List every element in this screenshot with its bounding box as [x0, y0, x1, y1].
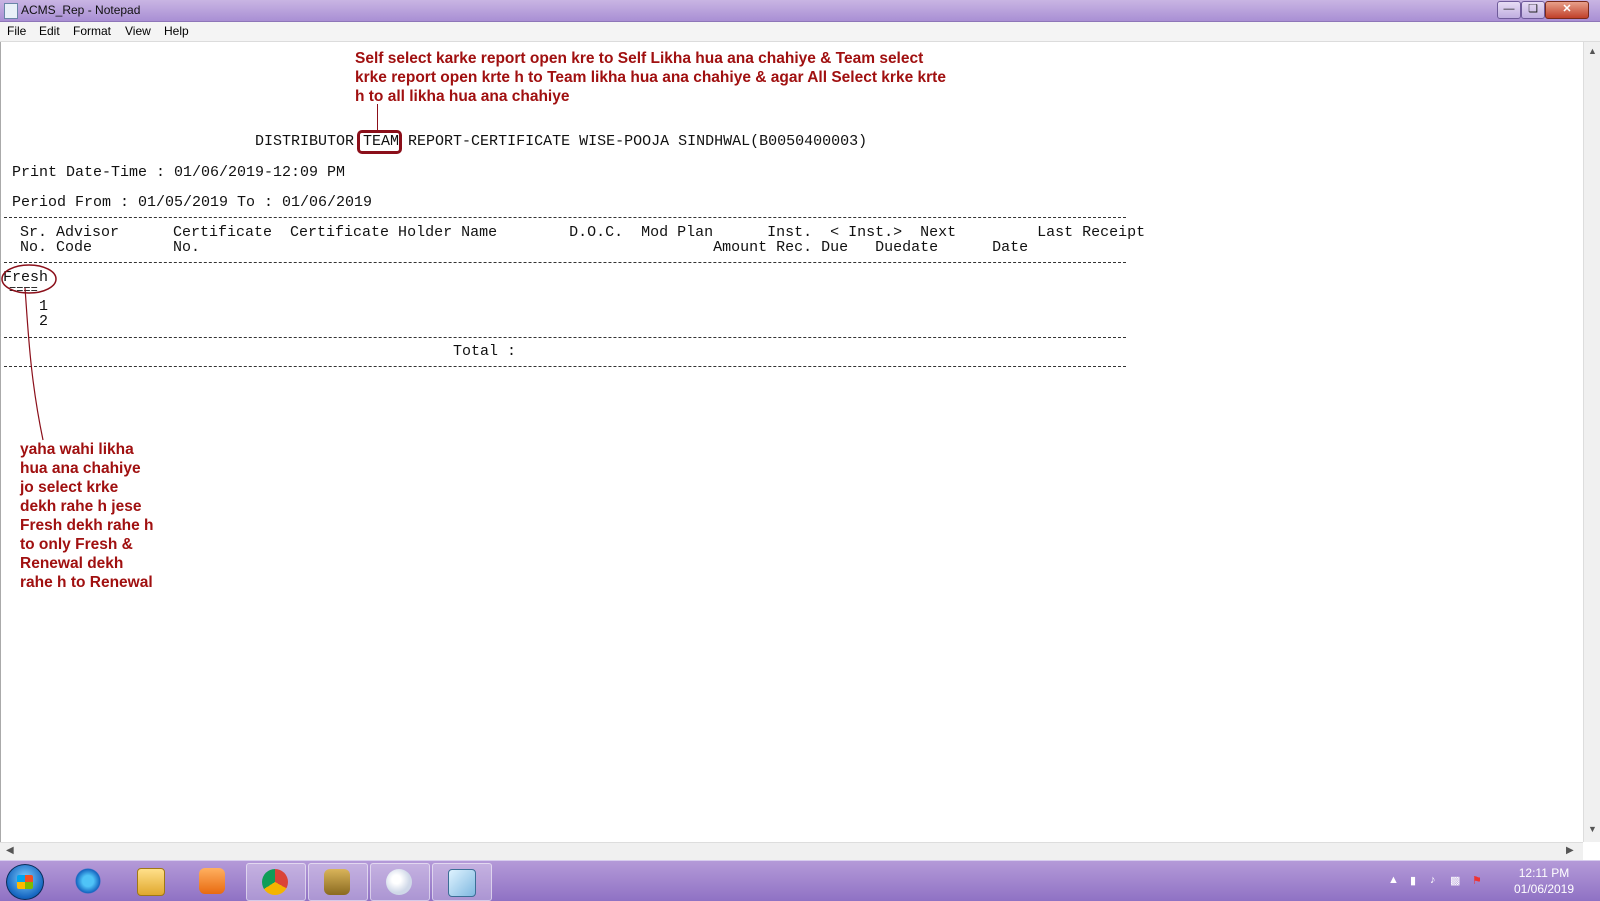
separator-line [4, 366, 1126, 367]
side-annotation-connector [24, 288, 44, 441]
menu-file[interactable]: File [7, 24, 26, 38]
annotation-connector-line [377, 104, 378, 131]
title-bar: ACMS_Rep - Notepad — ❏ ✕ [0, 0, 1600, 22]
report-heading: DISTRIBUTOR TEAM REPORT-CERTIFICATE WISE… [255, 134, 867, 149]
menu-help[interactable]: Help [164, 24, 189, 38]
annotation-line: Fresh dekh rahe h [20, 517, 154, 534]
paint-taskbar-button[interactable] [370, 863, 430, 901]
top-annotation-note: Self select karke report open kre to Sel… [355, 49, 946, 106]
file-explorer-icon [137, 868, 165, 896]
column-headers-line1: Sr. Advisor Certificate Certificate Hold… [20, 224, 1146, 241]
media-player-icon [199, 868, 225, 894]
scroll-left-arrow-icon[interactable]: ◀ [6, 845, 14, 856]
separator-line [4, 262, 1126, 263]
annotation-line: jo select krke [20, 479, 119, 496]
internet-explorer-taskbar-button[interactable] [60, 863, 118, 899]
annotation-line: to only Fresh & [20, 536, 133, 553]
separator-line [4, 337, 1126, 338]
media-player-taskbar-button[interactable] [184, 863, 242, 899]
network-signal-icon[interactable]: ▩ [1450, 874, 1462, 887]
close-button[interactable]: ✕ [1545, 1, 1589, 19]
chrome-taskbar-button[interactable] [246, 863, 306, 901]
text-editor-area[interactable] [0, 42, 1584, 842]
notepad-app-icon [4, 3, 18, 19]
volume-icon[interactable]: ♪ [1430, 874, 1442, 886]
separator-line [4, 217, 1126, 218]
heading-prefix: DISTRIBUTOR [255, 133, 364, 150]
print-datetime: Print Date-Time : 01/06/2019-12:09 PM [12, 164, 346, 181]
notepad-icon [448, 869, 476, 897]
internet-explorer-icon [75, 868, 101, 894]
annotation-line: Self select karke report open kre to Sel… [355, 50, 924, 67]
side-annotation-note: yaha wahi likha hua ana chahiye jo selec… [20, 440, 154, 592]
battery-icon[interactable]: ▮ [1410, 874, 1422, 887]
start-button[interactable] [6, 864, 44, 900]
annotation-line: krke report open krte h to Team likha hu… [355, 69, 946, 86]
show-hidden-icons-icon[interactable]: ▲ [1388, 874, 1400, 886]
annotation-line: yaha wahi likha [20, 441, 134, 458]
annotation-line: dekh rahe h jese [20, 498, 142, 515]
team-highlight-box [357, 130, 402, 154]
horizontal-scrollbar[interactable]: ◀ ▶ [0, 842, 1583, 860]
maximize-button[interactable]: ❏ [1521, 1, 1545, 19]
minimize-button[interactable]: — [1497, 1, 1521, 19]
menu-view[interactable]: View [125, 24, 151, 38]
annotation-line: Renewal dekh [20, 555, 124, 572]
menu-edit[interactable]: Edit [39, 24, 60, 38]
total-label: Total : [453, 343, 517, 360]
taskbar: ▲ ▮ ♪ ▩ ⚑ 12:11 PM 01/06/2019 [0, 860, 1600, 901]
clock-time: 12:11 PM [1518, 866, 1570, 880]
clock-date: 01/06/2019 [1513, 882, 1575, 896]
paint-icon [386, 869, 412, 895]
app-icon [324, 869, 350, 895]
notepad-taskbar-button[interactable] [432, 863, 492, 901]
menu-format[interactable]: Format [73, 24, 111, 38]
scroll-right-arrow-icon[interactable]: ▶ [1566, 845, 1574, 856]
chrome-icon [262, 869, 288, 895]
system-clock[interactable]: 12:11 PM 01/06/2019 [1508, 865, 1580, 897]
window-title: ACMS_Rep - Notepad [21, 3, 141, 17]
scroll-up-arrow-icon[interactable]: ▲ [1588, 46, 1597, 56]
annotation-line: rahe h to Renewal [20, 574, 153, 591]
windows-logo-icon [17, 875, 33, 889]
heading-suffix: REPORT-CERTIFICATE WISE-POOJA SINDHWAL(B… [399, 133, 868, 150]
period-range: Period From : 01/05/2019 To : 01/06/2019 [12, 194, 373, 211]
scroll-down-arrow-icon[interactable]: ▼ [1588, 824, 1597, 834]
column-headers-line2: No. Code No. Amount Rec. Due Duedate Dat… [20, 239, 1029, 256]
application-taskbar-button[interactable] [308, 863, 368, 901]
annotation-line: hua ana chahiye [20, 460, 141, 477]
annotation-line: h to all likha hua ana chahiye [355, 88, 570, 105]
vertical-scrollbar[interactable]: ▲ ▼ [1583, 42, 1600, 842]
file-explorer-taskbar-button[interactable] [122, 863, 180, 899]
menu-bar: File Edit Format View Help [0, 22, 1600, 42]
action-center-flag-icon[interactable]: ⚑ [1472, 874, 1484, 887]
